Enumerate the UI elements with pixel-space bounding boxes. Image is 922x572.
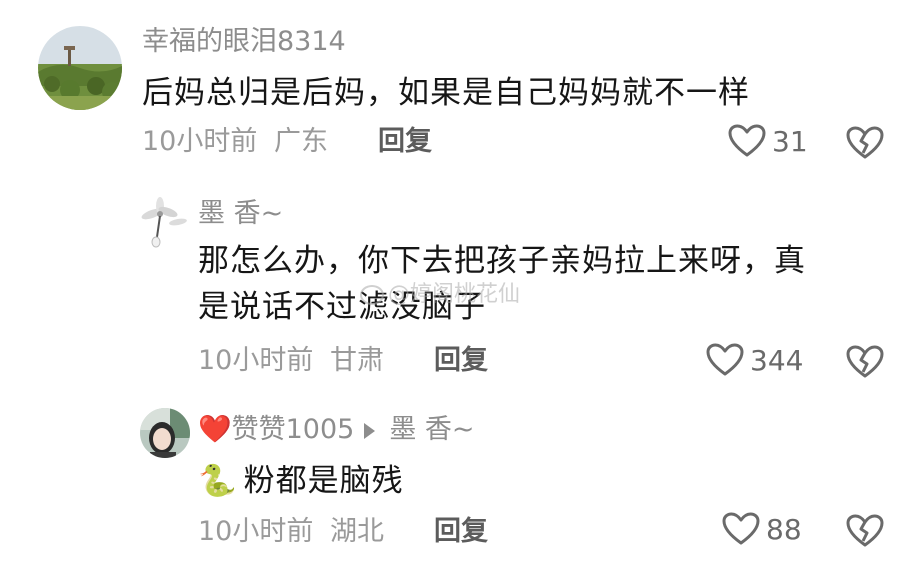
comment-text-line-1: 那怎么办，你下去把孩子亲妈拉上来呀，真 [198, 243, 806, 279]
broken-heart-icon [846, 345, 884, 378]
timestamp: 10小时前 [198, 516, 314, 547]
watermark: @婷阁桃花仙 [360, 276, 520, 308]
snake-emoji-icon: 🐍 [198, 463, 238, 499]
avatar[interactable] [140, 408, 190, 458]
reply-button[interactable]: 回复 [434, 514, 488, 550]
comment-3: ❤️赞赞1005 墨 香~ 🐍 粉都是脑残 10小时前 湖北 回复 88 [0, 392, 922, 572]
dislike-button[interactable] [846, 514, 884, 552]
reply-button[interactable]: 回复 [378, 124, 432, 160]
timestamp: 10小时前 [142, 126, 258, 157]
landscape-avatar-image [38, 26, 122, 110]
broken-heart-icon [846, 126, 884, 159]
like-button[interactable]: 31 [728, 124, 808, 158]
flower-avatar-image [138, 196, 190, 248]
comment-text: 那怎么办，你下去把孩子亲妈拉上来呀，真 是说话不过滤没脑子 [198, 238, 898, 330]
broken-heart-icon [846, 514, 884, 547]
heart-icon [728, 124, 766, 157]
portrait-avatar-image [140, 408, 190, 458]
reply-header: ❤️赞赞1005 墨 香~ [198, 412, 475, 448]
weibo-icon [360, 285, 384, 305]
comment-text-row: 🐍 粉都是脑残 [198, 458, 404, 504]
location: 甘肃 [329, 345, 384, 376]
dislike-button[interactable] [846, 126, 884, 164]
username[interactable]: 墨 香~ [198, 196, 283, 232]
like-count: 31 [772, 124, 808, 158]
comment-meta: 10小时前 广东 [142, 124, 328, 160]
comment-text-line-2: 是说话不过滤没脑子 [198, 289, 486, 325]
avatar[interactable] [138, 196, 190, 248]
comment-meta: 10小时前 甘肃 [198, 343, 384, 379]
reply-to-username[interactable]: 墨 香~ [389, 414, 474, 445]
watermark-text: @婷阁桃花仙 [388, 282, 521, 307]
reply-arrow-icon [364, 422, 376, 439]
like-count: 344 [750, 343, 804, 377]
timestamp: 10小时前 [198, 345, 314, 376]
like-button[interactable]: 88 [722, 512, 802, 546]
location: 湖北 [329, 516, 384, 547]
comment-text: 粉都是脑残 [243, 463, 404, 499]
comment-1: 幸福的眼泪8314 后妈总归是后妈，如果是自己妈妈就不一样 10小时前 广东 回… [0, 0, 922, 180]
dislike-button[interactable] [846, 345, 884, 383]
heart-icon [706, 343, 744, 376]
location: 广东 [273, 126, 328, 157]
comment-text: 后妈总归是后妈，如果是自己妈妈就不一样 [142, 75, 750, 111]
heart-icon [722, 512, 760, 545]
avatar[interactable] [38, 26, 122, 110]
comment-meta: 10小时前 湖北 [198, 514, 384, 550]
username[interactable]: 赞赞1005 [232, 414, 355, 445]
heart-badge-icon: ❤️ [198, 414, 232, 445]
like-count: 88 [766, 512, 802, 546]
like-button[interactable]: 344 [706, 343, 803, 377]
reply-button[interactable]: 回复 [434, 343, 488, 379]
username[interactable]: 幸福的眼泪8314 [142, 24, 346, 60]
